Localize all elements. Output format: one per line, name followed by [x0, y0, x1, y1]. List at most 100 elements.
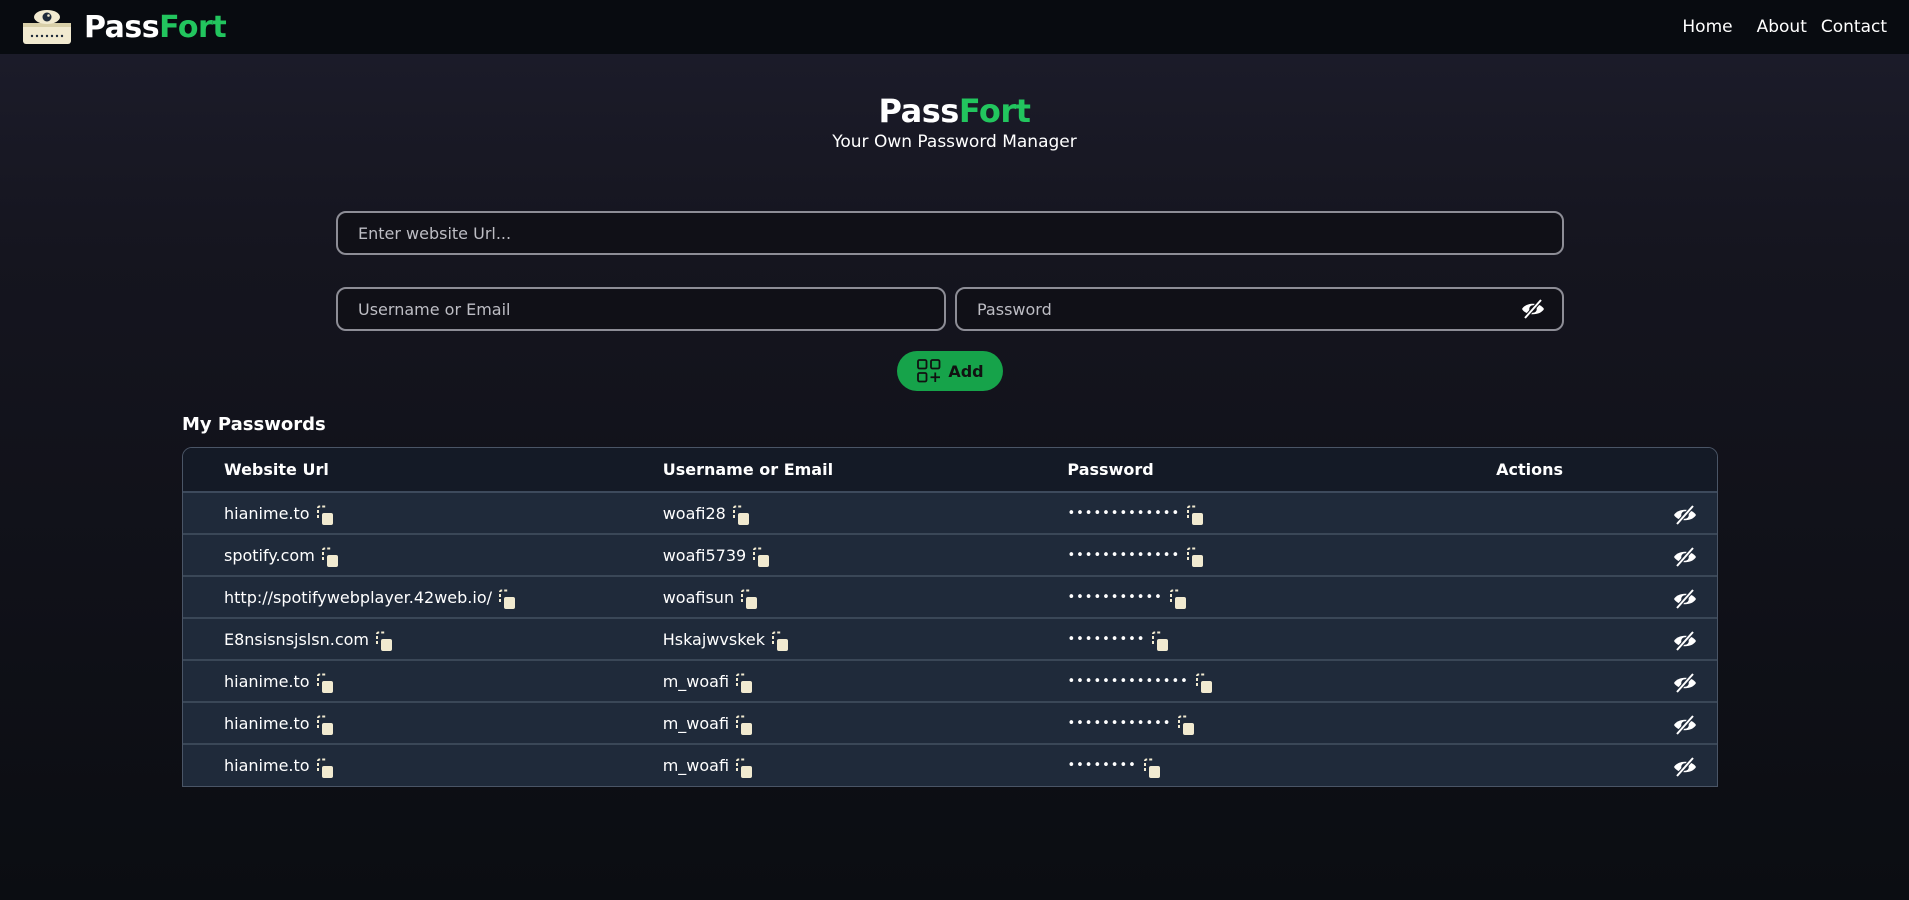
copy-icon[interactable] — [733, 714, 755, 738]
website-url-text: E8nsisnsjslsn.com — [224, 629, 369, 649]
copy-icon[interactable] — [314, 714, 336, 738]
title-suffix: Fort — [958, 92, 1031, 130]
table-body: hianime.to woafi28 ••••••••••••• spotify.co… — [183, 493, 1717, 786]
brand-suffix: Fort — [159, 9, 227, 45]
cell-username: m_woafi — [663, 754, 1068, 778]
copy-icon[interactable] — [1184, 546, 1206, 570]
copy-icon[interactable] — [496, 588, 518, 612]
nav-home-link[interactable]: Home — [1682, 17, 1732, 37]
copy-icon[interactable] — [769, 630, 791, 654]
copy-icon[interactable] — [314, 757, 336, 781]
cell-password: ••••••••• — [1067, 627, 1447, 651]
website-url-text: hianime.to — [224, 756, 310, 775]
password-input[interactable] — [955, 287, 1564, 331]
copy-icon[interactable] — [373, 630, 395, 654]
add-button-label: Add — [948, 361, 984, 381]
cell-username: woafisun — [663, 585, 1068, 609]
website-url-input[interactable] — [336, 211, 1564, 255]
username-text: m_woafi — [662, 756, 730, 775]
copy-icon[interactable] — [1184, 504, 1206, 528]
eye-off-icon[interactable] — [1672, 671, 1698, 695]
section-title: My Passwords — [182, 414, 326, 435]
cell-website-url: hianime.to — [183, 754, 663, 778]
eye-off-icon[interactable] — [1520, 298, 1546, 320]
table-header: Website Url Username or Email Password A… — [183, 448, 1717, 493]
cell-actions — [1447, 619, 1717, 659]
copy-icon[interactable] — [1167, 588, 1189, 612]
eye-off-icon[interactable] — [1672, 545, 1698, 569]
cell-actions — [1447, 703, 1717, 743]
cell-username: woafi28 — [663, 501, 1068, 525]
copy-icon[interactable] — [314, 504, 336, 528]
cell-username: Hskajwvskek — [663, 627, 1068, 651]
copy-icon[interactable] — [738, 588, 760, 612]
header-username: Username or Email — [662, 460, 834, 479]
brand-name: PassFort — [84, 9, 227, 45]
add-button[interactable]: Add — [897, 351, 1003, 391]
cell-username: m_woafi — [663, 669, 1068, 693]
copy-icon[interactable] — [314, 672, 336, 696]
hero: PassFort Your Own Password Manager — [0, 92, 1909, 152]
copy-icon[interactable] — [733, 672, 755, 696]
website-url-text: spotify.com — [224, 545, 315, 565]
copy-icon[interactable] — [730, 504, 752, 528]
cell-username: m_woafi — [663, 711, 1068, 735]
eye-off-icon[interactable] — [1672, 713, 1698, 737]
cell-password: •••••••• — [1067, 754, 1447, 778]
eye-off-icon[interactable] — [1672, 503, 1698, 527]
grid-plus-icon — [917, 359, 941, 383]
password-text: •••••••••••• — [1067, 715, 1172, 731]
username-text: woafi5739 — [662, 545, 747, 565]
table-row: hianime.to m_woafi •••••••• — [183, 745, 1717, 786]
logo-icon — [23, 10, 71, 44]
cell-password: ••••••••••••• — [1067, 543, 1447, 567]
cell-actions — [1447, 745, 1717, 786]
cell-website-url: hianime.to — [183, 501, 663, 525]
copy-icon[interactable] — [1141, 757, 1163, 781]
website-url-text: hianime.to — [224, 713, 310, 733]
eye-off-icon[interactable] — [1672, 587, 1698, 611]
copy-icon[interactable] — [1149, 630, 1171, 654]
cell-password: •••••••••••••• — [1067, 669, 1447, 693]
cell-password: ••••••••••••• — [1067, 501, 1447, 525]
brand[interactable]: PassFort — [22, 8, 227, 46]
nav-links: Home About Contact — [1682, 17, 1887, 37]
cell-actions — [1447, 535, 1717, 575]
header-password: Password — [1067, 460, 1154, 479]
username-text: woafi28 — [662, 503, 726, 523]
table-row: hianime.to m_woafi •••••••••••••• — [183, 661, 1717, 703]
table-row: hianime.to woafi28 ••••••••••••• — [183, 493, 1717, 535]
eye-off-icon[interactable] — [1672, 755, 1698, 779]
copy-icon[interactable] — [319, 546, 341, 570]
password-text: ••••••••••• — [1067, 589, 1163, 605]
page-subtitle: Your Own Password Manager — [832, 132, 1077, 152]
website-url-text: hianime.to — [224, 503, 310, 523]
nav-about-link[interactable]: About — [1757, 17, 1807, 37]
copy-icon[interactable] — [750, 546, 772, 570]
password-text: •••••••••••••• — [1067, 673, 1189, 689]
table-row: E8nsisnsjslsn.com Hskajwvskek ••••••••• — [183, 619, 1717, 661]
cell-website-url: hianime.to — [183, 711, 663, 735]
table-row: hianime.to m_woafi •••••••••••• — [183, 703, 1717, 745]
cell-website-url: http://spotifywebplayer.42web.io/ — [183, 585, 663, 609]
username-input[interactable] — [336, 287, 946, 331]
eye-off-icon[interactable] — [1672, 629, 1698, 653]
password-text: ••••••••••••• — [1067, 505, 1181, 521]
username-text: m_woafi — [662, 671, 730, 691]
cell-username: woafi5739 — [663, 543, 1068, 567]
brand-prefix: Pass — [84, 9, 160, 45]
navbar: PassFort Home About Contact — [0, 0, 1909, 54]
username-text: Hskajwvskek — [662, 629, 765, 649]
header-website-url: Website Url — [224, 460, 329, 479]
cell-website-url: hianime.to — [183, 669, 663, 693]
passwords-table: Website Url Username or Email Password A… — [182, 447, 1718, 787]
nav-contact-link[interactable]: Contact — [1821, 17, 1887, 37]
copy-icon[interactable] — [733, 757, 755, 781]
table-row: http://spotifywebplayer.42web.io/woafisu… — [183, 577, 1717, 619]
username-text: m_woafi — [662, 713, 730, 733]
header-actions: Actions — [1496, 460, 1564, 479]
copy-icon[interactable] — [1175, 714, 1197, 738]
copy-icon[interactable] — [1193, 672, 1215, 696]
title-prefix: Pass — [878, 92, 960, 130]
website-url-text: hianime.to — [224, 671, 310, 691]
